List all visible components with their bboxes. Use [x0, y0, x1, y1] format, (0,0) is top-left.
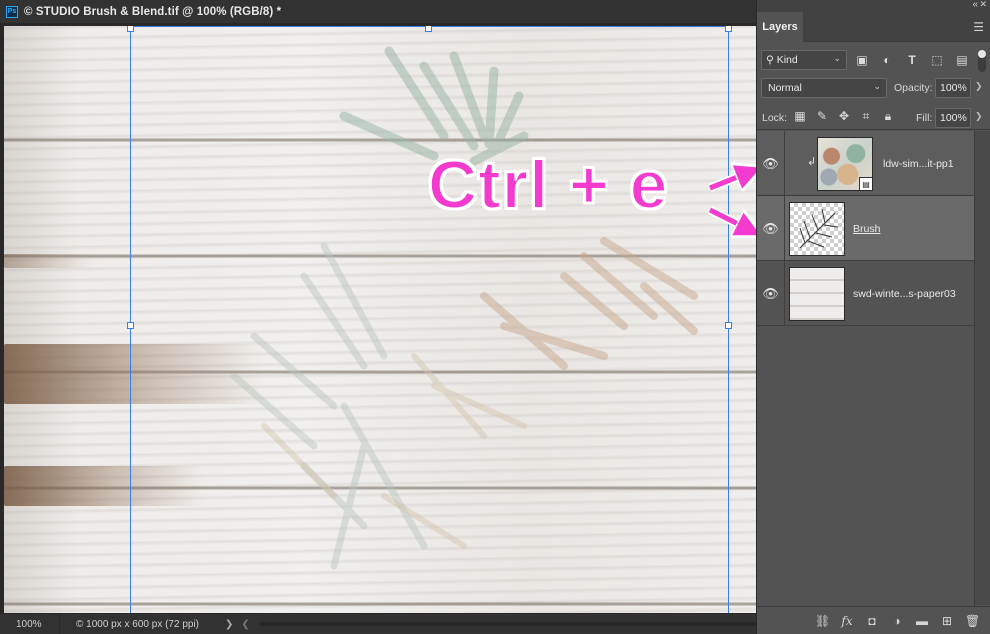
layer-row[interactable]: 👁︎ swd-winte...s-paper03 — [757, 261, 975, 326]
link-layers-icon[interactable]: ⛓ — [815, 614, 830, 628]
lock-row: Lock: ▦ ✎ ✥ ⌗ 🔒︎ Fill: 100% ❯ — [757, 102, 990, 130]
layer-name[interactable]: Brush — [853, 223, 880, 235]
layer-name[interactable]: swd-winte...s-paper03 — [853, 288, 956, 300]
blend-row: Normal ⌄ Opacity: 100% ❯ — [757, 74, 990, 102]
layers-scrollbar[interactable] — [974, 131, 990, 605]
add-mask-icon[interactable]: ◘ — [865, 614, 879, 628]
visibility-eye-icon[interactable]: 👁︎ — [757, 196, 785, 261]
opacity-input[interactable]: 100% — [935, 78, 971, 98]
transform-handle[interactable] — [127, 26, 134, 32]
transform-handle[interactable] — [127, 322, 134, 329]
fill-slider-arrow-icon[interactable]: ❯ — [975, 111, 983, 122]
fill-label: Fill: — [916, 112, 933, 124]
opacity-label: Opacity: — [894, 82, 933, 94]
lock-label: Lock: — [762, 112, 788, 124]
document-info[interactable]: © 1000 px x 600 px (72 ppi) — [76, 619, 199, 630]
lock-transparent-pixels-icon[interactable]: ▦ — [793, 109, 807, 124]
transform-guide-left — [130, 26, 131, 613]
layer-thumbnail[interactable]: ▤ — [817, 137, 873, 191]
filter-icons: ▣ ◐ T ⬚ ▤ — [855, 52, 969, 68]
chevron-down-icon: ⌄ — [873, 81, 881, 91]
new-group-folder-icon[interactable]: ▬ — [915, 614, 929, 628]
blend-mode-select[interactable]: Normal ⌄ — [761, 78, 887, 98]
horizontal-scrollbar[interactable] — [260, 622, 756, 626]
layers-panel: « ✕ Layers ☰ ⚲ Kind ⌄ ▣ ◐ T ⬚ ▤ Normal ⌄… — [756, 0, 990, 634]
transform-handle[interactable] — [425, 26, 432, 32]
filter-kind-select[interactable]: ⚲ Kind ⌄ — [761, 50, 847, 70]
adjustment-layer-icon[interactable]: ◑ — [890, 614, 904, 628]
scroll-left-arrow-icon[interactable]: ❮ — [241, 619, 249, 630]
delete-layer-trash-icon[interactable]: 🗑︎ — [965, 614, 980, 628]
layer-thumbnail[interactable] — [789, 267, 845, 321]
photoshop-icon: Ps — [6, 5, 18, 18]
chevron-down-icon: ⌄ — [833, 53, 841, 63]
fill-input[interactable]: 100% — [935, 108, 971, 128]
lock-artboard-icon[interactable]: ⌗ — [859, 109, 873, 124]
lock-icons: ▦ ✎ ✥ ⌗ 🔒︎ — [793, 109, 895, 124]
pixel-filter-icon[interactable]: ▣ — [855, 52, 869, 68]
panel-footer: ⛓ fx ◘ ◑ ▬ ⊞ 🗑︎ — [757, 606, 990, 634]
filter-kind-label: Kind — [776, 54, 798, 66]
lock-image-pixels-icon[interactable]: ✎ — [815, 109, 829, 124]
layer-name[interactable]: ldw-sim...it-pp1 — [883, 158, 954, 170]
layer-filter-row: ⚲ Kind ⌄ ▣ ◐ T ⬚ ▤ — [757, 42, 990, 74]
document-tab[interactable]: Ps © STUDIO Brush & Blend.tif @ 100% (RG… — [0, 0, 756, 24]
status-bar: 100% © 1000 px x 600 px (72 ppi) ❯ ❮ — [0, 613, 756, 634]
shortcut-annotation: Ctrl + e — [427, 146, 669, 224]
document-canvas[interactable] — [4, 26, 756, 613]
zoom-level[interactable]: 100% — [0, 614, 60, 634]
panel-menu-icon[interactable]: ☰ — [973, 20, 984, 34]
close-panel-icon[interactable]: ✕ — [979, 0, 987, 10]
transform-handle[interactable] — [725, 26, 732, 32]
brush-foliage-artwork — [230, 46, 698, 570]
type-filter-icon[interactable]: T — [905, 52, 919, 68]
new-layer-icon[interactable]: ⊞ — [940, 614, 954, 628]
tab-layers[interactable]: Layers — [757, 12, 803, 42]
layer-row[interactable]: 👁︎ Brush — [757, 196, 975, 261]
transform-handle[interactable] — [725, 322, 732, 329]
visibility-eye-icon[interactable]: 👁︎ — [757, 261, 785, 326]
adjustment-filter-icon[interactable]: ◐ — [880, 52, 894, 68]
layer-thumbnail[interactable] — [789, 202, 845, 256]
opacity-slider-arrow-icon[interactable]: ❯ — [975, 81, 983, 92]
collapse-panels-icon[interactable]: « — [972, 0, 978, 10]
brush-thumbnail-icon — [799, 208, 839, 249]
status-menu-arrow-icon[interactable]: ❯ — [225, 619, 233, 630]
clipping-mask-arrow-icon: ↲ — [807, 156, 817, 168]
panel-header: Layers ☰ — [757, 12, 990, 42]
transform-guide-right — [728, 26, 729, 613]
lock-all-icon[interactable]: 🔒︎ — [881, 109, 895, 124]
search-icon: ⚲ — [766, 54, 774, 66]
canvas-area[interactable] — [0, 24, 756, 613]
filter-toggle[interactable] — [978, 50, 986, 72]
blend-mode-value: Normal — [768, 82, 802, 94]
layer-style-fx-icon[interactable]: fx — [840, 614, 854, 628]
lock-position-icon[interactable]: ✥ — [837, 109, 851, 124]
layer-list: 👁︎ ↲ ▤ ldw-sim...it-pp1 👁︎ Brush 👁︎ swd-… — [757, 131, 975, 326]
smart-object-badge-icon: ▤ — [859, 177, 872, 190]
document-title: © STUDIO Brush & Blend.tif @ 100% (RGB/8… — [24, 5, 282, 18]
smart-object-filter-icon[interactable]: ▤ — [955, 52, 969, 68]
shape-filter-icon[interactable]: ⬚ — [930, 52, 944, 68]
panel-dock-bar: « ✕ — [757, 0, 990, 12]
layer-row[interactable]: 👁︎ ↲ ▤ ldw-sim...it-pp1 — [757, 131, 975, 196]
visibility-eye-icon[interactable]: 👁︎ — [757, 131, 785, 196]
